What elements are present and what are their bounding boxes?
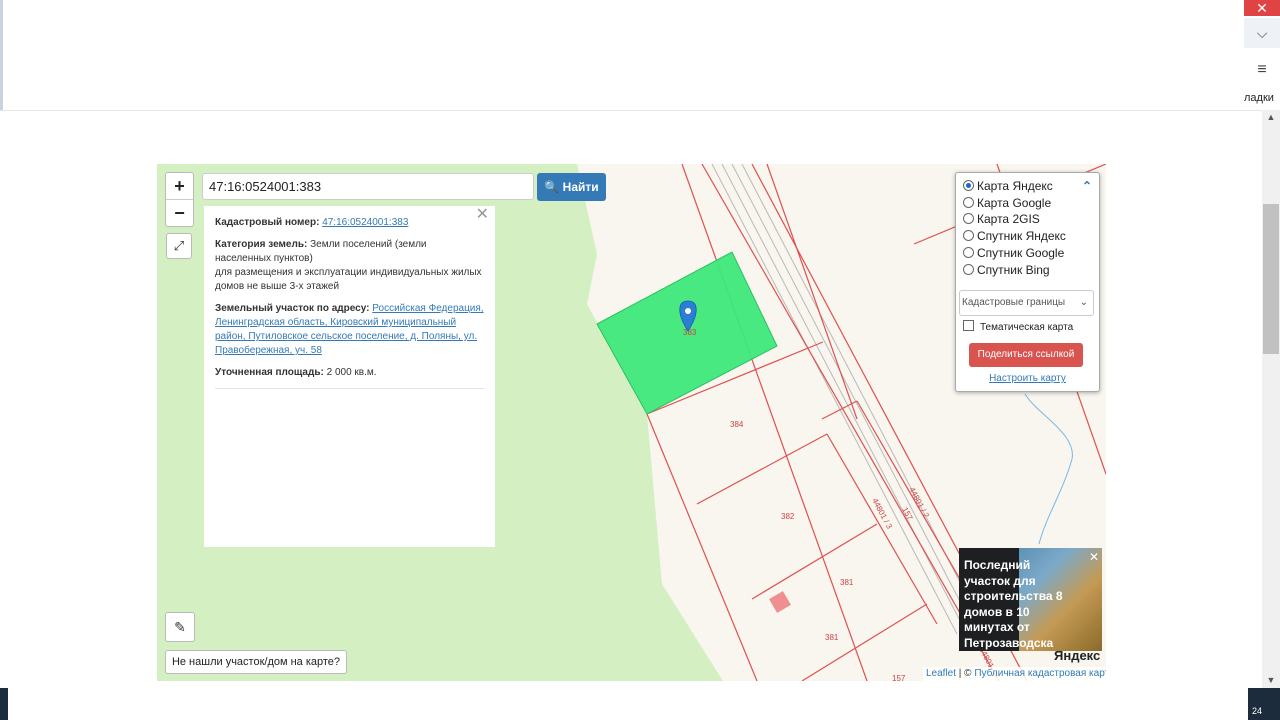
land-category-label: Категория земель: bbox=[215, 239, 308, 250]
layer-option-2gis-map[interactable]: Карта 2GIS bbox=[963, 211, 1040, 227]
ad-banner[interactable]: Последний участок для строительства 8 до… bbox=[959, 548, 1102, 651]
chevron-down-icon: ⌵ bbox=[1256, 25, 1268, 41]
thematic-map-label: Тематическая карта bbox=[980, 322, 1074, 333]
close-icon[interactable]: ✕ bbox=[476, 207, 489, 223]
checkbox-icon bbox=[963, 320, 974, 331]
chevron-down-icon: ⌄ bbox=[1079, 297, 1088, 308]
radio-icon bbox=[963, 247, 974, 258]
radio-icon bbox=[963, 197, 974, 208]
layer-option-bing-satellite[interactable]: Спутник Bing bbox=[963, 262, 1050, 278]
land-category-row: Категория земель: Земли поселений (земли… bbox=[215, 238, 484, 294]
search-icon: 🔍 bbox=[544, 180, 560, 194]
yandex-logo: Яндекс bbox=[1054, 648, 1101, 663]
fullscreen-button[interactable]: ⤢ bbox=[166, 233, 192, 259]
cadastral-number-link[interactable]: 47:16:0524001:383 bbox=[322, 217, 408, 228]
taskbar-fragment bbox=[0, 688, 8, 720]
cadastral-map-link[interactable]: Публичная кадастровая карта bbox=[974, 668, 1106, 679]
toolbar-divider bbox=[0, 110, 1262, 111]
ad-text: Последний участок для строительства 8 до… bbox=[964, 558, 1063, 650]
radio-icon bbox=[963, 264, 974, 275]
close-icon: ✕ bbox=[1256, 0, 1268, 16]
parcel-info-panel: ✕ Кадастровый номер: 47:16:0524001:383 К… bbox=[204, 206, 495, 547]
land-usage-value: для размещения и эксплуатации индивидуал… bbox=[215, 267, 482, 292]
page-scrollbar[interactable] bbox=[1262, 110, 1280, 690]
system-tray[interactable]: 24 bbox=[1248, 688, 1280, 720]
tray-number: 24 bbox=[1252, 706, 1263, 716]
leaflet-link[interactable]: Leaflet bbox=[926, 668, 956, 679]
map-attribution: Leaflet | © Публичная кадастровая карта bbox=[923, 667, 1106, 681]
layer-option-google-satellite[interactable]: Спутник Google bbox=[963, 245, 1064, 261]
cadastral-number-label: Кадастровый номер: bbox=[215, 217, 320, 228]
browser-menu-button[interactable]: ≡ bbox=[1244, 56, 1280, 84]
close-icon[interactable]: ✕ bbox=[1089, 550, 1099, 564]
cadastral-search-input[interactable] bbox=[202, 173, 534, 200]
expand-icon: ⤢ bbox=[173, 238, 185, 253]
layer-option-yandex-map[interactable]: Карта Яндекс bbox=[963, 178, 1053, 194]
layer-option-label: Спутник Bing bbox=[977, 263, 1050, 277]
parcel-label-383: 383 bbox=[683, 328, 697, 337]
tabs-dropdown-button[interactable]: ⌵ bbox=[1244, 18, 1280, 48]
cadastral-map[interactable]: 383 384 382 381 381 44801 / 3 157 44801 … bbox=[157, 164, 1106, 681]
area-value: 2 000 кв.м. bbox=[326, 367, 377, 378]
layer-option-google-map[interactable]: Карта Google bbox=[963, 195, 1051, 211]
layer-option-label: Спутник Google bbox=[977, 246, 1065, 260]
ruler-icon: ✎ bbox=[174, 619, 186, 635]
radio-icon bbox=[963, 230, 974, 241]
overlay-select[interactable]: Кадастровые границы ⌄ bbox=[959, 290, 1094, 316]
search-button[interactable]: 🔍 Найти bbox=[537, 173, 606, 201]
share-link-button[interactable]: Поделиться ссылкой bbox=[969, 343, 1083, 367]
scroll-down-arrow[interactable]: ▼ bbox=[1262, 672, 1280, 688]
overlay-select-value: Кадастровые границы bbox=[962, 297, 1066, 308]
radio-icon bbox=[963, 180, 974, 191]
layer-option-yandex-satellite[interactable]: Спутник Яндекс bbox=[963, 228, 1066, 244]
address-label: Земельный участок по адресу: bbox=[215, 303, 370, 314]
attribution-separator: | © bbox=[956, 668, 975, 679]
scrollbar-thumb[interactable] bbox=[1263, 204, 1279, 354]
bookmarks-label[interactable]: ладки bbox=[1244, 92, 1280, 104]
zoom-control: + − bbox=[165, 172, 194, 227]
cadastral-number-row: Кадастровый номер: 47:16:0524001:383 bbox=[215, 216, 484, 230]
search-button-label: Найти bbox=[562, 180, 599, 194]
thematic-map-toggle[interactable]: Тематическая карта bbox=[963, 320, 1073, 335]
window-close-button[interactable]: ✕ bbox=[1244, 0, 1280, 16]
scroll-up-arrow[interactable]: ▲ bbox=[1262, 110, 1280, 124]
parcel-label-381b: 381 bbox=[825, 633, 839, 642]
chevron-up-icon[interactable]: ⌃ bbox=[1082, 179, 1092, 193]
parcel-label-384: 384 bbox=[730, 420, 744, 429]
layers-panel: ⌃ Карта Яндекс Карта Google Карта 2GIS С… bbox=[955, 172, 1100, 392]
layer-option-label: Спутник Яндекс bbox=[977, 229, 1066, 243]
ruler-button[interactable]: ✎ bbox=[165, 612, 195, 642]
menu-icon: ≡ bbox=[1257, 61, 1267, 78]
address-row: Земельный участок по адресу: Российская … bbox=[215, 302, 484, 358]
area-label: Уточненная площадь: bbox=[215, 367, 324, 378]
parcel-label-382: 382 bbox=[781, 512, 795, 521]
layer-option-label: Карта Яндекс bbox=[977, 179, 1053, 193]
not-found-button[interactable]: Не нашли участок/дом на карте? bbox=[165, 650, 347, 674]
zoom-in-button[interactable]: + bbox=[166, 173, 193, 199]
layer-option-label: Карта 2GIS bbox=[977, 212, 1040, 226]
parcel-label-381a: 381 bbox=[840, 578, 854, 587]
area-row: Уточненная площадь: 2 000 кв.м. bbox=[215, 366, 484, 380]
radio-icon bbox=[963, 213, 974, 224]
zoom-out-button[interactable]: − bbox=[166, 199, 193, 226]
configure-map-link[interactable]: Настроить карту bbox=[956, 373, 1099, 384]
info-divider bbox=[215, 388, 484, 389]
browser-edge bbox=[0, 0, 3, 110]
layer-option-label: Карта Google bbox=[977, 196, 1052, 210]
road-label-5: 157 bbox=[892, 674, 906, 681]
